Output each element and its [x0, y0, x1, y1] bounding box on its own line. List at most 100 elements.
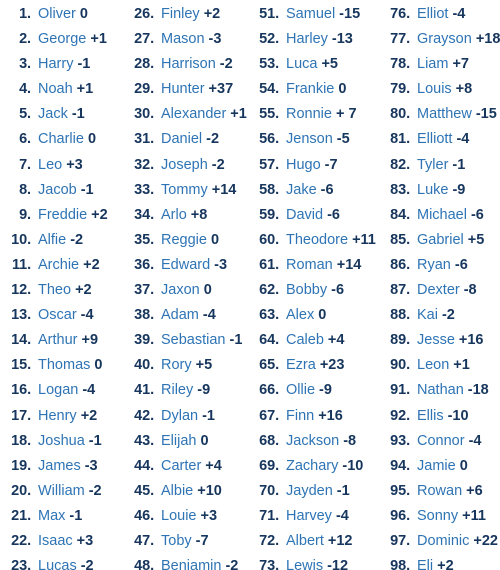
name-label[interactable]: Bobby	[286, 278, 327, 303]
name-label[interactable]: Jaxon	[161, 278, 200, 303]
list-item[interactable]: 97. Dominic +22	[383, 529, 500, 554]
list-item[interactable]: 5. Jack -1	[4, 102, 125, 127]
name-label[interactable]: Rory	[161, 353, 192, 378]
name-label[interactable]: Freddie	[38, 203, 87, 228]
list-item[interactable]: 68. Jackson -8	[252, 429, 375, 454]
list-item[interactable]: 28. Harrison -2	[127, 52, 250, 77]
list-item[interactable]: 48. Benjamin -2	[127, 554, 250, 570]
name-label[interactable]: Caleb	[286, 328, 324, 353]
name-label[interactable]: Luca	[286, 52, 317, 77]
list-item[interactable]: 83. Luke -9	[383, 178, 500, 203]
name-label[interactable]: Adam	[161, 303, 199, 328]
name-label[interactable]: Oscar	[38, 303, 77, 328]
list-item[interactable]: 12. Theo +2	[4, 278, 125, 303]
list-item[interactable]: 18. Joshua -1	[4, 429, 125, 454]
list-item[interactable]: 90. Leon +1	[383, 353, 500, 378]
name-label[interactable]: Elliot	[417, 2, 448, 27]
name-label[interactable]: Jackson	[286, 429, 339, 454]
list-item[interactable]: 80. Matthew -15	[383, 102, 500, 127]
name-label[interactable]: Jacob	[38, 178, 77, 203]
list-item[interactable]: 87. Dexter -8	[383, 278, 500, 303]
list-item[interactable]: 16. Logan -4	[4, 378, 125, 403]
list-item[interactable]: 36. Edward -3	[127, 253, 250, 278]
name-label[interactable]: Jayden	[286, 479, 333, 504]
name-label[interactable]: Hugo	[286, 153, 321, 178]
name-label[interactable]: Connor	[417, 429, 465, 454]
name-label[interactable]: Jesse	[417, 328, 455, 353]
name-label[interactable]: Luke	[417, 178, 448, 203]
name-label[interactable]: Harley	[286, 27, 328, 52]
name-label[interactable]: Finley	[161, 2, 200, 27]
name-label[interactable]: Joshua	[38, 429, 85, 454]
name-label[interactable]: Dexter	[417, 278, 460, 303]
name-label[interactable]: Charlie	[38, 127, 84, 152]
list-item[interactable]: 20. William -2	[4, 479, 125, 504]
list-item[interactable]: 78. Liam +7	[383, 52, 500, 77]
list-item[interactable]: 89. Jesse +16	[383, 328, 500, 353]
list-item[interactable]: 82. Tyler -1	[383, 153, 500, 178]
list-item[interactable]: 61. Roman +14	[252, 253, 375, 278]
list-item[interactable]: 57. Hugo -7	[252, 153, 375, 178]
list-item[interactable]: 33. Tommy +14	[127, 178, 250, 203]
list-item[interactable]: 84. Michael -6	[383, 203, 500, 228]
list-item[interactable]: 71. Harvey -4	[252, 504, 375, 529]
name-label[interactable]: Isaac	[38, 529, 73, 554]
name-label[interactable]: Jake	[286, 178, 317, 203]
name-label[interactable]: Carter	[161, 454, 201, 479]
name-label[interactable]: Riley	[161, 378, 193, 403]
name-label[interactable]: Ezra	[286, 353, 316, 378]
name-label[interactable]: Roman	[286, 253, 333, 278]
list-item[interactable]: 92. Ellis -10	[383, 404, 500, 429]
name-label[interactable]: Dominic	[417, 529, 469, 554]
name-label[interactable]: Logan	[38, 378, 78, 403]
name-label[interactable]: Elijah	[161, 429, 196, 454]
name-label[interactable]: Albie	[161, 479, 193, 504]
name-label[interactable]: Theodore	[286, 228, 348, 253]
list-item[interactable]: 34. Arlo +8	[127, 203, 250, 228]
name-label[interactable]: Rowan	[417, 479, 462, 504]
name-label[interactable]: Ryan	[417, 253, 451, 278]
name-label[interactable]: Alex	[286, 303, 314, 328]
name-label[interactable]: Thomas	[38, 353, 90, 378]
list-item[interactable]: 55. Ronnie + 7	[252, 102, 375, 127]
list-item[interactable]: 15. Thomas 0	[4, 353, 125, 378]
list-item[interactable]: 44. Carter +4	[127, 454, 250, 479]
list-item[interactable]: 1. Oliver 0	[4, 2, 125, 27]
name-label[interactable]: Finn	[286, 404, 314, 429]
list-item[interactable]: 9. Freddie +2	[4, 203, 125, 228]
name-label[interactable]: Alfie	[38, 228, 66, 253]
name-label[interactable]: Eli	[417, 554, 433, 570]
list-item[interactable]: 42. Dylan -1	[127, 404, 250, 429]
list-item[interactable]: 4. Noah +1	[4, 77, 125, 102]
name-label[interactable]: Sebastian	[161, 328, 226, 353]
name-label[interactable]: Oliver	[38, 2, 76, 27]
name-label[interactable]: Tyler	[417, 153, 448, 178]
list-item[interactable]: 7. Leo +3	[4, 153, 125, 178]
name-label[interactable]: Frankie	[286, 77, 334, 102]
list-item[interactable]: 95. Rowan +6	[383, 479, 500, 504]
list-item[interactable]: 8. Jacob -1	[4, 178, 125, 203]
name-label[interactable]: Harrison	[161, 52, 216, 77]
name-label[interactable]: William	[38, 479, 85, 504]
name-label[interactable]: Arthur	[38, 328, 78, 353]
name-label[interactable]: Jack	[38, 102, 68, 127]
list-item[interactable]: 32. Joseph -2	[127, 153, 250, 178]
list-item[interactable]: 11. Archie +2	[4, 253, 125, 278]
name-label[interactable]: Sonny	[417, 504, 458, 529]
name-label[interactable]: Matthew	[417, 102, 472, 127]
list-item[interactable]: 70. Jayden -1	[252, 479, 375, 504]
list-item[interactable]: 13. Oscar -4	[4, 303, 125, 328]
list-item[interactable]: 51. Samuel -15	[252, 2, 375, 27]
list-item[interactable]: 3. Harry -1	[4, 52, 125, 77]
list-item[interactable]: 91. Nathan -18	[383, 378, 500, 403]
list-item[interactable]: 19. James -3	[4, 454, 125, 479]
name-label[interactable]: Ollie	[286, 378, 315, 403]
name-label[interactable]: Ronnie	[286, 102, 332, 127]
list-item[interactable]: 81. Elliott -4	[383, 127, 500, 152]
name-label[interactable]: Jenson	[286, 127, 333, 152]
name-label[interactable]: Theo	[38, 278, 71, 303]
name-label[interactable]: George	[38, 27, 86, 52]
list-item[interactable]: 35. Reggie 0	[127, 228, 250, 253]
list-item[interactable]: 58. Jake -6	[252, 178, 375, 203]
name-label[interactable]: Nathan	[417, 378, 464, 403]
